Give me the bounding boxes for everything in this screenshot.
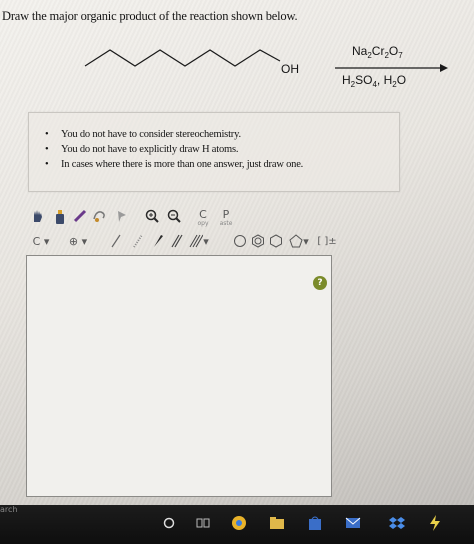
question-text: Draw the major organic product of the re… <box>2 9 298 23</box>
hydroxyl-label: OH <box>281 62 299 76</box>
hashed-bond-icon[interactable] <box>130 233 146 249</box>
taskbar-search-hint[interactable]: arch <box>0 505 17 514</box>
erase-bottle-icon[interactable] <box>52 208 68 224</box>
paste-button[interactable]: Paste <box>217 206 235 228</box>
search-circle-icon[interactable] <box>158 512 180 534</box>
zoom-out-icon[interactable] <box>166 208 182 224</box>
triple-bond-icon <box>189 234 204 248</box>
drawing-canvas[interactable] <box>26 255 332 497</box>
pencil-icon[interactable] <box>72 208 88 224</box>
chrome-icon[interactable] <box>228 512 250 534</box>
zoom-in-icon[interactable] <box>144 208 160 224</box>
charge-dropdown[interactable]: ⊕ ▾ <box>64 234 92 248</box>
help-icon[interactable]: ? <box>313 276 327 290</box>
cyclopropane-icon[interactable] <box>232 233 248 249</box>
bracket-charge-tool[interactable]: [ ]± <box>314 233 340 249</box>
cyclohexane-icon[interactable] <box>268 233 284 249</box>
double-bond-icon[interactable] <box>168 233 186 249</box>
task-view-icon[interactable] <box>192 512 214 534</box>
reagent-sulfuric-acid: H2SO4, H2O <box>342 73 407 89</box>
cyclopentane-icon <box>289 234 303 248</box>
lasso-icon[interactable] <box>92 208 108 224</box>
atom-carbon-dropdown[interactable]: C ▾ <box>30 234 52 248</box>
heptanol-chain <box>84 49 281 67</box>
arrow-head <box>440 64 448 72</box>
single-bond-icon[interactable] <box>108 233 124 249</box>
mail-icon[interactable] <box>342 512 364 534</box>
hand-tool-icon[interactable] <box>30 208 46 224</box>
instructions-box: You do not have to consider stereochemis… <box>28 112 400 192</box>
benzene-ring-icon[interactable] <box>250 233 266 249</box>
reaction-scheme <box>84 49 448 72</box>
plus-circle-icon: ⊕ <box>68 234 79 248</box>
instruction-item: In cases where there is more than one an… <box>45 157 399 172</box>
dropbox-icon[interactable] <box>386 512 408 534</box>
triple-bond-dropdown[interactable]: ▾ <box>186 233 212 249</box>
copy-button[interactable]: Copy <box>195 206 211 228</box>
bond-select-icon[interactable] <box>114 208 130 224</box>
reagent-dichromate: Na2Cr2O7 <box>352 44 403 60</box>
bolt-app-icon[interactable] <box>424 512 446 534</box>
store-icon[interactable] <box>304 512 326 534</box>
file-explorer-icon[interactable] <box>266 512 288 534</box>
instruction-item: You do not have to consider stereochemis… <box>45 127 399 142</box>
wedge-bond-icon[interactable] <box>150 233 166 249</box>
instruction-item: You do not have to explicitly draw H ato… <box>45 142 399 157</box>
ring-dropdown[interactable]: ▾ <box>286 233 312 249</box>
